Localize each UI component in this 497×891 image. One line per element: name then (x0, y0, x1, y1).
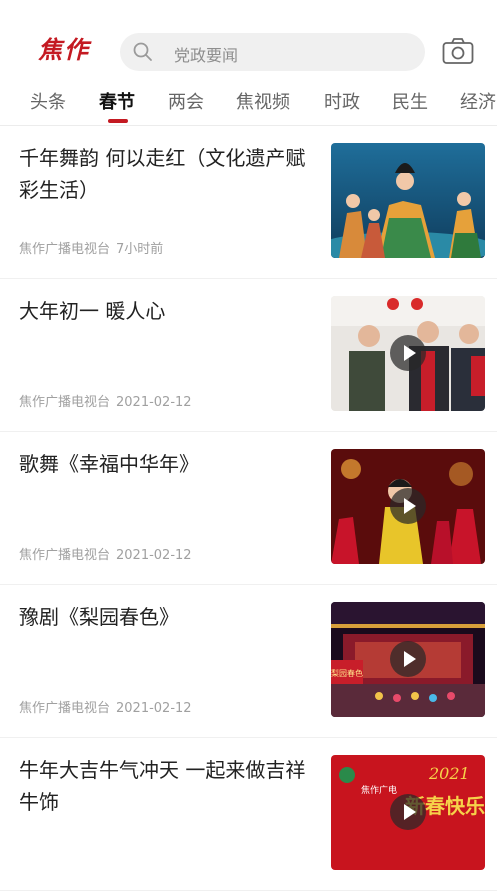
news-item[interactable]: 千年舞韵 何以走红（文化遗产赋彩生活） 焦作广播电视台 7小时前 (0, 126, 497, 279)
news-time: 7小时前 (116, 242, 164, 257)
news-thumbnail (331, 449, 485, 564)
news-thumbnail (331, 143, 485, 258)
dance-performance-image (331, 143, 485, 258)
tab-politics[interactable]: 时政 (324, 88, 360, 114)
news-title: 豫剧《梨园春色》 (19, 605, 179, 629)
tab-headline[interactable]: 头条 (30, 88, 66, 114)
news-source: 焦作广播电视台 (19, 548, 111, 563)
active-tab-indicator (108, 119, 128, 123)
news-source: 焦作广播电视台 (19, 701, 111, 716)
news-meta: 焦作广播电视台 7小时前 (19, 238, 163, 257)
app-header: 焦作 党政要闻 (0, 0, 497, 78)
tab-two-sessions[interactable]: 两会 (168, 88, 204, 114)
news-item[interactable]: 牛年大吉牛气冲天 一起来做吉祥牛饰 焦作广电 2021 新春快乐 (0, 738, 497, 891)
news-meta: 焦作广播电视台 2021-02-12 (19, 544, 192, 563)
search-bar[interactable]: 党政要闻 (120, 33, 425, 71)
news-title: 歌舞《幸福中华年》 (19, 452, 199, 476)
category-tabs: 头条 春节 两会 焦视频 时政 民生 经济 (0, 78, 497, 126)
camera-icon[interactable] (442, 37, 474, 65)
year-text: 2021 (428, 764, 470, 783)
news-meta: 焦作广播电视台 2021-02-12 (19, 391, 192, 410)
news-source: 焦作广播电视台 (19, 242, 111, 257)
play-icon[interactable] (390, 794, 426, 830)
search-placeholder: 党政要闻 (174, 46, 239, 65)
news-title: 大年初一 暖人心 (19, 299, 166, 323)
news-meta: 焦作广播电视台 2021-02-12 (19, 697, 192, 716)
news-time: 2021-02-12 (116, 548, 192, 563)
news-title: 千年舞韵 何以走红（文化遗产赋彩生活） (19, 146, 306, 202)
news-time: 2021-02-12 (116, 395, 192, 410)
play-icon[interactable] (390, 488, 426, 524)
news-item[interactable]: 大年初一 暖人心 焦作广播电视台 2021-02-12 (0, 279, 497, 432)
news-item[interactable]: 豫剧《梨园春色》 焦作广播电视台 2021-02-12 梨园春色 (0, 585, 497, 738)
news-thumbnail: 焦作广电 2021 新春快乐 (331, 755, 485, 870)
search-icon (133, 42, 152, 61)
news-item[interactable]: 歌舞《幸福中华年》 焦作广播电视台 2021-02-12 (0, 432, 497, 585)
news-time: 2021-02-12 (116, 701, 192, 716)
brand-text: 焦作广电 (361, 784, 397, 796)
news-title: 牛年大吉牛气冲天 一起来做吉祥牛饰 (19, 758, 306, 814)
tab-spring-festival[interactable]: 春节 (99, 88, 135, 114)
tab-jiao-video[interactable]: 焦视频 (236, 88, 290, 114)
stage-banner-text: 梨园春色 (331, 668, 363, 678)
play-icon[interactable] (390, 641, 426, 677)
play-icon[interactable] (390, 335, 426, 371)
tab-economy[interactable]: 经济 (460, 88, 496, 114)
news-thumbnail: 梨园春色 (331, 602, 485, 717)
news-thumbnail (331, 296, 485, 411)
app-logo[interactable]: 焦作 (38, 30, 90, 65)
tab-livelihood[interactable]: 民生 (392, 88, 428, 114)
news-source: 焦作广播电视台 (19, 395, 111, 410)
